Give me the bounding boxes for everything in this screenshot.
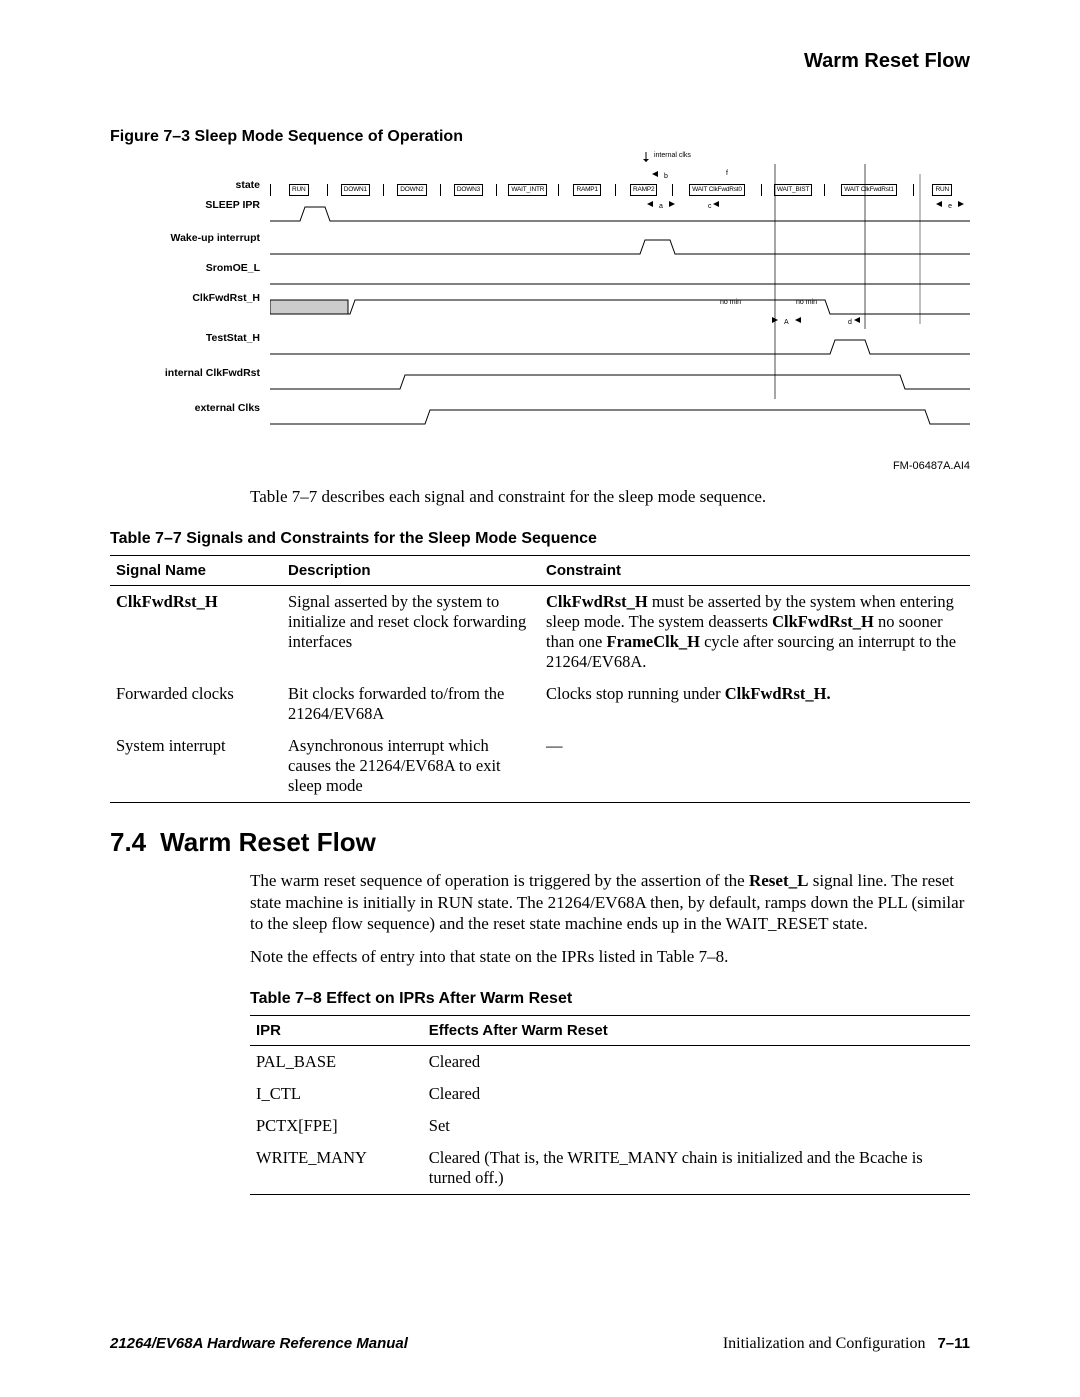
- table-row: I_CTLCleared: [250, 1078, 970, 1110]
- description-cell: Asynchronous interrupt which causes the …: [282, 730, 540, 803]
- effect-cell: Set: [423, 1110, 970, 1142]
- signal-label-clkfwdrst: ClkFwdRst_H: [150, 292, 260, 304]
- signal-label-extclks: external Clks: [150, 402, 260, 414]
- section-number: 7.4: [110, 827, 146, 858]
- ipr-cell: PCTX[FPE]: [250, 1110, 423, 1142]
- section-p1: The warm reset sequence of operation is …: [250, 870, 970, 934]
- table7-header: Signal Name: [110, 556, 282, 586]
- description-cell: Bit clocks forwarded to/from the 21264/E…: [282, 678, 540, 730]
- signal-label-wakeup: Wake-up interrupt: [150, 232, 260, 244]
- table8-title: Table 7–8 Effect on IPRs After Warm Rese…: [250, 989, 970, 1009]
- timing-diagram: internal clks b f state RUNDOWN1DOWN2DOW…: [110, 154, 970, 474]
- footer-manual: 21264/EV68A Hardware Reference Manual: [110, 1335, 408, 1352]
- ipr-cell: PAL_BASE: [250, 1046, 423, 1079]
- figure-caption: Figure 7–3 Sleep Mode Sequence of Operat…: [110, 128, 970, 146]
- intro-text: Table 7–7 describes each signal and cons…: [250, 486, 970, 507]
- anno-internal-clks: internal clks: [640, 152, 691, 162]
- ipr-cell: I_CTL: [250, 1078, 423, 1110]
- footer-chapter: Initialization and Configuration 7–11: [723, 1335, 970, 1353]
- signal-name-cell: Forwarded clocks: [110, 678, 282, 730]
- table8-header: Effects After Warm Reset: [423, 1016, 970, 1046]
- table7-header: Constraint: [540, 556, 970, 586]
- table8-header: IPR: [250, 1016, 423, 1046]
- constraint-cell: ClkFwdRst_H must be asserted by the syst…: [540, 586, 970, 679]
- table-7-8: IPR Effects After Warm Reset PAL_BASECle…: [250, 1015, 970, 1195]
- guide-lines: [270, 164, 970, 429]
- signal-label-sleepipr: SLEEP IPR: [150, 199, 260, 211]
- section-p2: Note the effects of entry into that stat…: [250, 946, 970, 967]
- document-page: Warm Reset Flow Figure 7–3 Sleep Mode Se…: [0, 0, 1080, 1397]
- signal-name-cell: System interrupt: [110, 730, 282, 803]
- section-heading: 7.4 Warm Reset Flow: [110, 827, 970, 858]
- effect-cell: Cleared (That is, the WRITE_MANY chain i…: [423, 1142, 970, 1195]
- table-row: ClkFwdRst_HSignal asserted by the system…: [110, 586, 970, 679]
- table-row: System interruptAsynchronous interrupt w…: [110, 730, 970, 803]
- section-title: Warm Reset Flow: [160, 827, 376, 858]
- table-row: PAL_BASECleared: [250, 1046, 970, 1079]
- table7-header: Description: [282, 556, 540, 586]
- signal-label-state: state: [150, 179, 260, 191]
- signal-label-sromoe: SromOE_L: [150, 262, 260, 274]
- page-footer: 21264/EV68A Hardware Reference Manual In…: [110, 1335, 970, 1353]
- signal-label-teststat: TestStat_H: [150, 332, 260, 344]
- table-row: PCTX[FPE]Set: [250, 1110, 970, 1142]
- table-row: WRITE_MANYCleared (That is, the WRITE_MA…: [250, 1142, 970, 1195]
- description-cell: Signal asserted by the system to initial…: [282, 586, 540, 679]
- figure-id: FM-06487A.AI4: [893, 460, 970, 472]
- running-head: Warm Reset Flow: [110, 50, 970, 73]
- table7-title: Table 7–7 Signals and Constraints for th…: [110, 529, 970, 549]
- table-row: Forwarded clocksBit clocks forwarded to/…: [110, 678, 970, 730]
- ipr-cell: WRITE_MANY: [250, 1142, 423, 1195]
- signal-label-intclkfwd: internal ClkFwdRst: [150, 367, 260, 379]
- effect-cell: Cleared: [423, 1046, 970, 1079]
- constraint-cell: —: [540, 730, 970, 803]
- effect-cell: Cleared: [423, 1078, 970, 1110]
- constraint-cell: Clocks stop running under ClkFwdRst_H.: [540, 678, 970, 730]
- table-7-7: Signal Name Description Constraint ClkFw…: [110, 555, 970, 803]
- signal-name-cell: ClkFwdRst_H: [110, 586, 282, 679]
